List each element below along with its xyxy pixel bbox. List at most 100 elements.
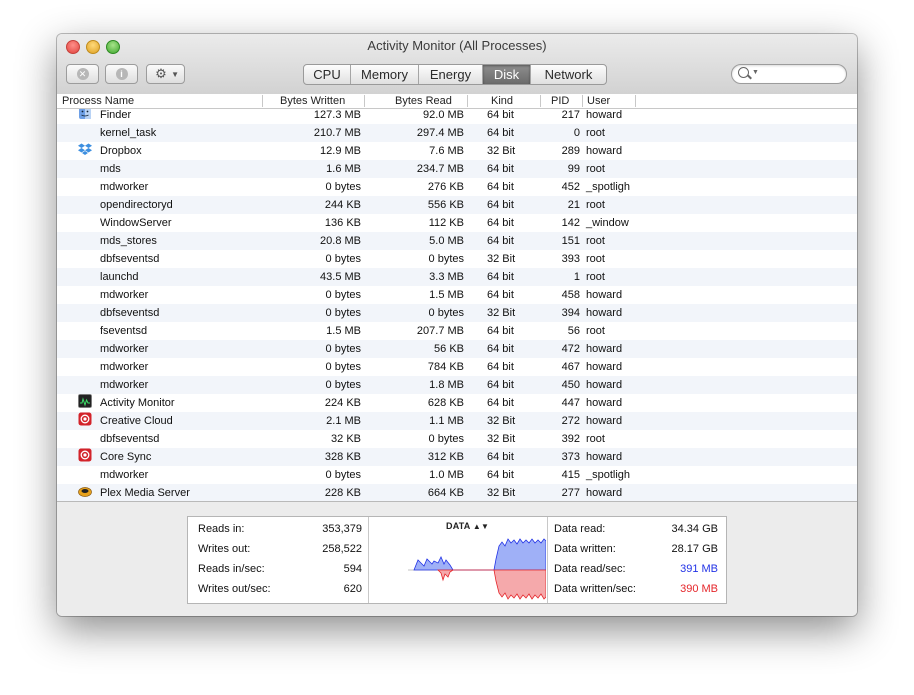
process-name-cell: mdworker [100, 469, 149, 481]
table-row[interactable]: mdworker 0 bytes 1.8 MB 64 bit 450 howard [57, 376, 857, 394]
plex-icon [78, 484, 92, 498]
kind-cell: 64 bit [487, 451, 514, 463]
tab-disk[interactable]: Disk [483, 65, 531, 84]
process-name-cell: mdworker [100, 361, 149, 373]
graph-type-popup[interactable]: DATA ▲▼ [446, 521, 489, 531]
table-row[interactable]: launchd 43.5 MB 3.3 MB 64 bit 1 root [57, 268, 857, 286]
table-row[interactable]: mdworker 0 bytes 276 KB 64 bit 452 _spotligh [57, 178, 857, 196]
summary-panel: Reads in: 353,379 Writes out: 258,522 Re… [187, 516, 727, 604]
column-process-name[interactable]: Process Name [62, 94, 134, 108]
table-row[interactable]: Creative Cloud 2.1 MB 1.1 MB 32 Bit 272 howar… [57, 412, 857, 430]
user-cell: howard [586, 397, 623, 409]
table-row[interactable]: Activity Monitor 224 KB 628 KB 64 bit 447 how… [57, 394, 857, 412]
activity-monitor-icon [78, 394, 92, 408]
up-down-arrows-icon: ▲▼ [472, 522, 490, 531]
table-row[interactable]: Dropbox 12.9 MB 7.6 MB 32 Bit 289 howard [57, 142, 857, 160]
stat-label: Writes out: [198, 543, 251, 555]
column-bytes-read[interactable]: Bytes Read [395, 94, 452, 108]
kind-cell: 64 bit [487, 289, 514, 301]
bytes-read-cell: 3.3 MB [429, 271, 464, 283]
table-row[interactable]: fseventsd 1.5 MB 207.7 MB 64 bit 56 root [57, 322, 857, 340]
table-row[interactable]: mdworker 0 bytes 56 KB 64 bit 472 howard [57, 340, 857, 358]
quit-process-button[interactable]: ✕ [66, 64, 99, 84]
tab-network[interactable]: Network [531, 65, 606, 84]
creative-cloud-icon [78, 412, 92, 426]
kind-cell: 64 bit [487, 271, 514, 283]
bytes-written-cell: 12.9 MB [320, 145, 361, 157]
table-row[interactable]: Plex Media Server 228 KB 664 KB 32 Bit 277 ho… [57, 484, 857, 501]
pid-cell: 21 [567, 199, 580, 211]
bytes-read-cell: 207.7 MB [416, 325, 464, 337]
process-name-cell: dbfseventsd [100, 253, 160, 265]
bytes-written-cell: 328 KB [324, 451, 361, 463]
core-sync-icon [78, 448, 92, 462]
kind-cell: 32 Bit [487, 307, 516, 319]
bytes-written-cell: 0 bytes [325, 307, 361, 319]
user-cell: howard [586, 451, 623, 463]
pid-cell: 277 [561, 487, 580, 499]
chevron-down-icon: ▼ [171, 70, 179, 79]
column-user[interactable]: User [587, 94, 610, 108]
kind-cell: 64 bit [487, 199, 514, 211]
tab-energy[interactable]: Energy [419, 65, 483, 84]
process-name-cell: fseventsd [100, 325, 148, 337]
search-input[interactable]: ▼ [731, 64, 847, 84]
pid-cell: 392 [561, 433, 580, 445]
table-row[interactable]: kernel_task 210.7 MB 297.4 MB 64 bit 0 root [57, 124, 857, 142]
writes-out-stat: Writes out: 258,522 [198, 539, 362, 559]
column-bytes-written[interactable]: Bytes Written [280, 94, 345, 108]
activity-monitor-window: Activity Monitor (All Processes) ✕ i ⚙ ▼… [57, 34, 857, 616]
pid-cell: 452 [561, 181, 580, 193]
column-pid[interactable]: PID [551, 94, 569, 108]
disk-activity-graph [408, 538, 546, 600]
tab-memory[interactable]: Memory [351, 65, 419, 84]
table-row[interactable]: dbfseventsd 0 bytes 0 bytes 32 Bit 394 howard [57, 304, 857, 322]
reads-in-stat: Reads in: 353,379 [198, 519, 362, 539]
table-row[interactable]: Finder 127.3 MB 92.0 MB 64 bit 217 howard [57, 109, 857, 124]
bytes-written-cell: 0 bytes [325, 181, 361, 193]
table-row[interactable]: mds 1.6 MB 234.7 MB 64 bit 99 root [57, 160, 857, 178]
stat-value: 28.17 GB [671, 543, 718, 555]
bytes-written-cell: 0 bytes [325, 361, 361, 373]
bytes-written-cell: 0 bytes [325, 469, 361, 481]
table-row[interactable]: mdworker 0 bytes 1.0 MB 64 bit 415 _spotligh [57, 466, 857, 484]
bytes-read-cell: 1.8 MB [429, 379, 464, 391]
user-cell: _spotligh [586, 181, 631, 193]
x-circle-icon: ✕ [76, 68, 89, 80]
stat-value: 391 MB [680, 563, 718, 575]
table-row[interactable]: mds_stores 20.8 MB 5.0 MB 64 bit 151 root [57, 232, 857, 250]
bytes-written-cell: 210.7 MB [313, 127, 361, 139]
table-row[interactable]: opendirectoryd 244 KB 556 KB 64 bit 21 root [57, 196, 857, 214]
bytes-written-cell: 136 KB [324, 217, 361, 229]
read-series-area [413, 538, 546, 571]
table-row[interactable]: Core Sync 328 KB 312 KB 64 bit 373 howard [57, 448, 857, 466]
table-row[interactable]: dbfseventsd 0 bytes 0 bytes 32 Bit 393 root [57, 250, 857, 268]
stat-label: Data written: [554, 543, 616, 555]
pid-cell: 394 [561, 307, 580, 319]
stat-label: Data read: [554, 523, 606, 535]
table-row[interactable]: mdworker 0 bytes 784 KB 64 bit 467 howard [57, 358, 857, 376]
action-menu-button[interactable]: ⚙ ▼ [146, 64, 185, 84]
tab-cpu[interactable]: CPU [304, 65, 351, 84]
pid-cell: 56 [567, 325, 580, 337]
process-name-cell: mds_stores [100, 235, 157, 247]
table-row[interactable]: WindowServer 136 KB 112 KB 64 bit 142 _window [57, 214, 857, 232]
user-cell: howard [586, 145, 623, 157]
stat-label: Reads in/sec: [198, 563, 265, 575]
stat-value: 353,379 [322, 523, 362, 535]
table-row[interactable]: dbfseventsd 32 KB 0 bytes 32 Bit 392 root [57, 430, 857, 448]
column-kind[interactable]: Kind [491, 94, 513, 108]
kind-cell: 64 bit [487, 217, 514, 229]
process-name-cell: WindowServer [100, 217, 172, 229]
pid-cell: 373 [561, 451, 580, 463]
table-row[interactable]: mdworker 0 bytes 1.5 MB 64 bit 458 howard [57, 286, 857, 304]
process-name-cell: opendirectoryd [100, 199, 173, 211]
kind-cell: 64 bit [487, 235, 514, 247]
bytes-read-cell: 1.0 MB [429, 469, 464, 481]
bytes-read-cell: 784 KB [427, 361, 464, 373]
stat-value: 390 MB [680, 583, 718, 595]
bytes-read-cell: 556 KB [427, 199, 464, 211]
bytes-written-cell: 127.3 MB [313, 109, 361, 121]
inspect-process-button[interactable]: i [105, 64, 138, 84]
process-table: Finder 127.3 MB 92.0 MB 64 bit 217 howard kern… [57, 109, 857, 501]
